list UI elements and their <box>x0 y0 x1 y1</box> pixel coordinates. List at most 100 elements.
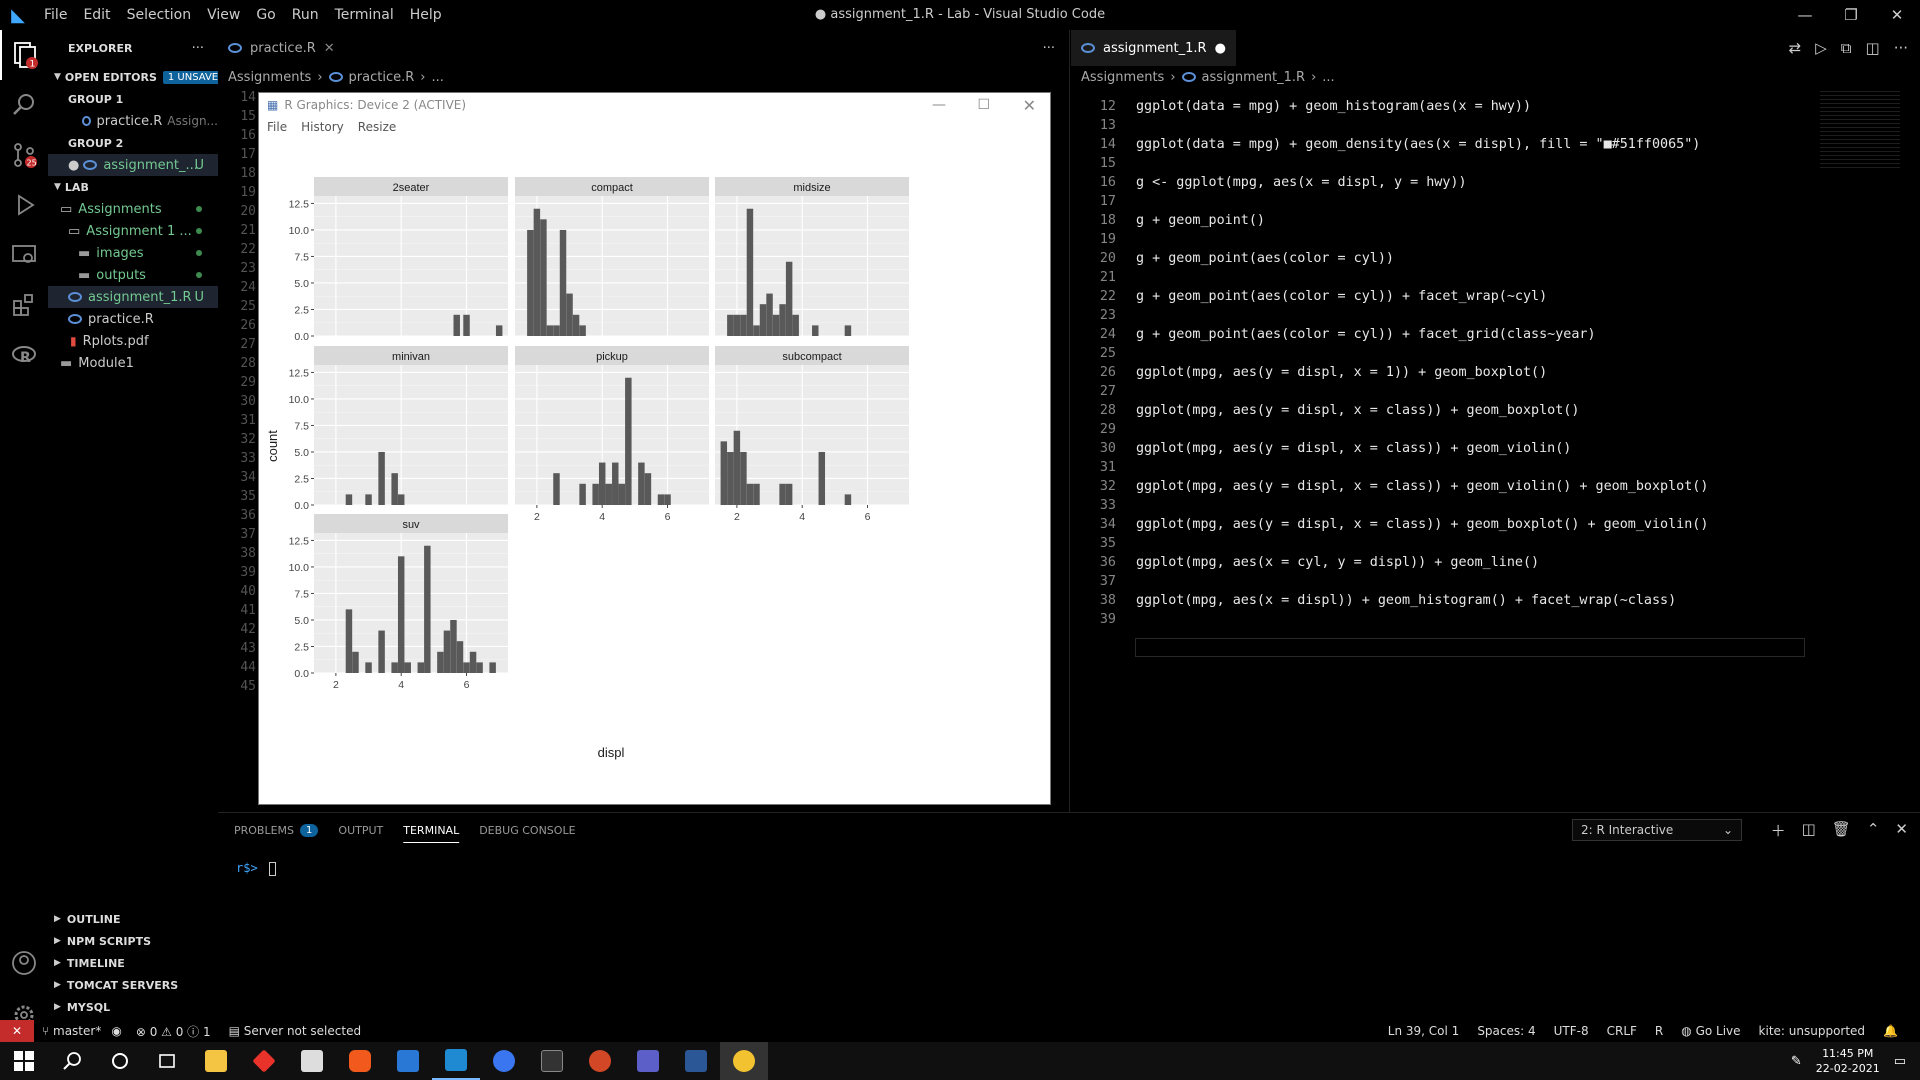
code-line[interactable]: 12 ggplot(data = mpg) + geom_histogram(ae… <box>1071 97 1811 116</box>
close-tab-icon[interactable]: ✕ <box>324 41 335 56</box>
folder-assignments[interactable]: ▭ Assignments <box>48 198 218 220</box>
branch-status[interactable]: ⑂ master* <box>42 1024 101 1038</box>
minimize-icon[interactable]: — <box>932 97 946 113</box>
cursor-position[interactable]: Ln 39, Col 1 <box>1388 1024 1460 1038</box>
code-line[interactable]: 20 g + geom_point(aes(color = cyl)) <box>1071 249 1811 268</box>
word-icon[interactable] <box>672 1042 720 1080</box>
go-live-button[interactable]: ◍ Go Live <box>1681 1024 1740 1038</box>
more-actions-icon[interactable]: ··· <box>192 41 204 56</box>
folder-outputs[interactable]: ▬ outputs <box>48 264 218 286</box>
code-line[interactable]: 19 <box>1071 230 1811 249</box>
windows-start-icon[interactable] <box>0 1042 48 1080</box>
tab-terminal[interactable]: TERMINAL <box>393 824 469 837</box>
code-line[interactable]: 38 ggplot(mpg, aes(x = displ)) + geom_his… <box>1071 591 1811 610</box>
store-icon[interactable] <box>288 1042 336 1080</box>
code-line[interactable]: 21 <box>1071 268 1811 287</box>
vscode-taskbar-icon[interactable] <box>432 1042 480 1080</box>
source-control-icon[interactable]: 25 <box>0 130 48 180</box>
code-line[interactable]: 22 g + geom_point(aes(color = cyl)) + fac… <box>1071 287 1811 306</box>
brave-browser-icon[interactable] <box>336 1042 384 1080</box>
code-line[interactable]: 34 ggplot(mpg, aes(y = displ, x = class))… <box>1071 515 1811 534</box>
npm-scripts-section[interactable]: ▶ NPM SCRIPTS <box>48 930 218 952</box>
more-actions-icon[interactable]: ··· <box>1894 39 1908 57</box>
remote-explorer-icon[interactable] <box>0 230 48 280</box>
code-line[interactable]: 30 ggplot(mpg, aes(y = displ, x = class))… <box>1071 439 1811 458</box>
code-line[interactable]: 18 g + geom_point() <box>1071 211 1811 230</box>
rg-menu-history[interactable]: History <box>301 120 344 134</box>
restore-icon[interactable]: ❐ <box>1828 0 1874 30</box>
file-practice-r[interactable]: practice.R <box>48 308 218 330</box>
code-line[interactable]: 33 <box>1071 496 1811 515</box>
run-file-icon[interactable]: ▷ <box>1815 39 1827 57</box>
r-extension-icon[interactable]: R <box>0 330 48 380</box>
menu-go[interactable]: Go <box>248 7 283 23</box>
menu-view[interactable]: View <box>199 7 248 23</box>
code-line[interactable]: 26 ggplot(mpg, aes(y = displ, x = 1)) + g… <box>1071 363 1811 382</box>
indentation[interactable]: Spaces: 4 <box>1477 1024 1535 1038</box>
signal-icon[interactable] <box>480 1042 528 1080</box>
code-line[interactable]: 36 ggplot(mpg, aes(x = cyl, y = displ)) +… <box>1071 553 1811 572</box>
remote-indicator-icon[interactable]: ✕ <box>0 1020 34 1042</box>
server-status[interactable]: ▤ Server not selected <box>229 1024 361 1038</box>
problems-status[interactable]: ⊗ 0 ⚠ 0 ⓘ 1 <box>136 1023 211 1040</box>
tomcat-servers-section[interactable]: ▶ TOMCAT SERVERS <box>48 974 218 996</box>
tab-assignment-r[interactable]: assignment_1.R ● <box>1071 30 1236 66</box>
code-line[interactable]: 37 <box>1071 572 1811 591</box>
terminal-app-icon[interactable] <box>528 1042 576 1080</box>
code-line[interactable]: 14 ggplot(data = mpg) + geom_density(aes(… <box>1071 135 1811 154</box>
run-debug-icon[interactable] <box>0 180 48 230</box>
code-area[interactable]: 12 ggplot(data = mpg) + geom_histogram(ae… <box>1071 97 1811 629</box>
code-line[interactable]: 35 <box>1071 534 1811 553</box>
split-editor-icon[interactable]: ◫ <box>1866 39 1880 57</box>
accounts-icon[interactable] <box>0 938 48 988</box>
code-line[interactable]: 15 <box>1071 154 1811 173</box>
compare-changes-icon[interactable]: ⇄ <box>1789 39 1802 57</box>
split-terminal-icon[interactable]: ◫ <box>1802 820 1816 841</box>
code-line[interactable]: 29 <box>1071 420 1811 439</box>
code-line[interactable]: 28 ggplot(mpg, aes(y = displ, x = class))… <box>1071 401 1811 420</box>
extensions-icon[interactable] <box>0 280 48 330</box>
lab-folder-section[interactable]: ▼ LAB <box>48 176 218 198</box>
menu-run[interactable]: Run <box>284 7 327 23</box>
menu-help[interactable]: Help <box>402 7 450 23</box>
code-line[interactable]: 13 <box>1071 116 1811 135</box>
powerpoint-icon[interactable] <box>576 1042 624 1080</box>
open-editor-assignment[interactable]: ● assignment_... U <box>48 154 218 176</box>
folder-assignment-1[interactable]: ▭ Assignment 1 ... <box>48 220 218 242</box>
terminal-select[interactable]: 2: R Interactive ⌄ <box>1572 819 1742 841</box>
teams-icon[interactable] <box>624 1042 672 1080</box>
outline-section[interactable]: ▶ OUTLINE <box>48 908 218 930</box>
code-line[interactable]: 39 <box>1071 610 1811 629</box>
timeline-section[interactable]: ▶ TIMELINE <box>48 952 218 974</box>
kite-status[interactable]: kite: unsupported <box>1759 1024 1866 1038</box>
notifications-bell-icon[interactable]: 🔔 <box>1883 1024 1898 1038</box>
menu-terminal[interactable]: Terminal <box>327 7 402 23</box>
r-graphics-window[interactable]: ▦ R Graphics: Device 2 (ACTIVE) — ☐ ✕ Fi… <box>258 92 1051 805</box>
notification-center-icon[interactable]: ▭ <box>1894 1054 1906 1069</box>
maximize-icon[interactable]: ☐ <box>977 97 990 113</box>
language-mode[interactable]: R <box>1655 1024 1663 1038</box>
code-line[interactable]: 24 g + geom_point(aes(color = cyl)) + fac… <box>1071 325 1811 344</box>
encoding[interactable]: UTF-8 <box>1554 1024 1589 1038</box>
tab-debug-console[interactable]: DEBUG CONSOLE <box>469 824 585 837</box>
code-line[interactable]: 31 <box>1071 458 1811 477</box>
code-line[interactable]: 27 <box>1071 382 1811 401</box>
open-editors-section[interactable]: ▼ OPEN EDITORS 1 UNSAVED <box>48 66 218 88</box>
sync-icon[interactable]: ◉ <box>111 1024 121 1038</box>
minimap[interactable] <box>1820 88 1900 168</box>
code-line[interactable]: 25 <box>1071 344 1811 363</box>
close-icon[interactable]: ✕ <box>1023 96 1036 115</box>
open-preview-icon[interactable]: ⧉ <box>1841 39 1852 57</box>
file-rplots-pdf[interactable]: ▮ Rplots.pdf <box>48 330 218 352</box>
rg-menu-file[interactable]: File <box>267 120 287 134</box>
close-panel-icon[interactable]: ✕ <box>1895 820 1908 841</box>
menu-file[interactable]: File <box>36 7 75 23</box>
cortana-icon[interactable] <box>96 1042 144 1080</box>
minimize-icon[interactable]: — <box>1782 0 1828 30</box>
menu-selection[interactable]: Selection <box>119 7 200 23</box>
more-actions-icon[interactable]: ··· <box>1043 41 1055 56</box>
open-editor-practice[interactable]: practice.R Assign... <box>48 110 218 132</box>
close-icon[interactable]: ✕ <box>1874 0 1920 30</box>
explorer-icon[interactable]: 1 <box>0 30 48 80</box>
mail-icon[interactable] <box>384 1042 432 1080</box>
